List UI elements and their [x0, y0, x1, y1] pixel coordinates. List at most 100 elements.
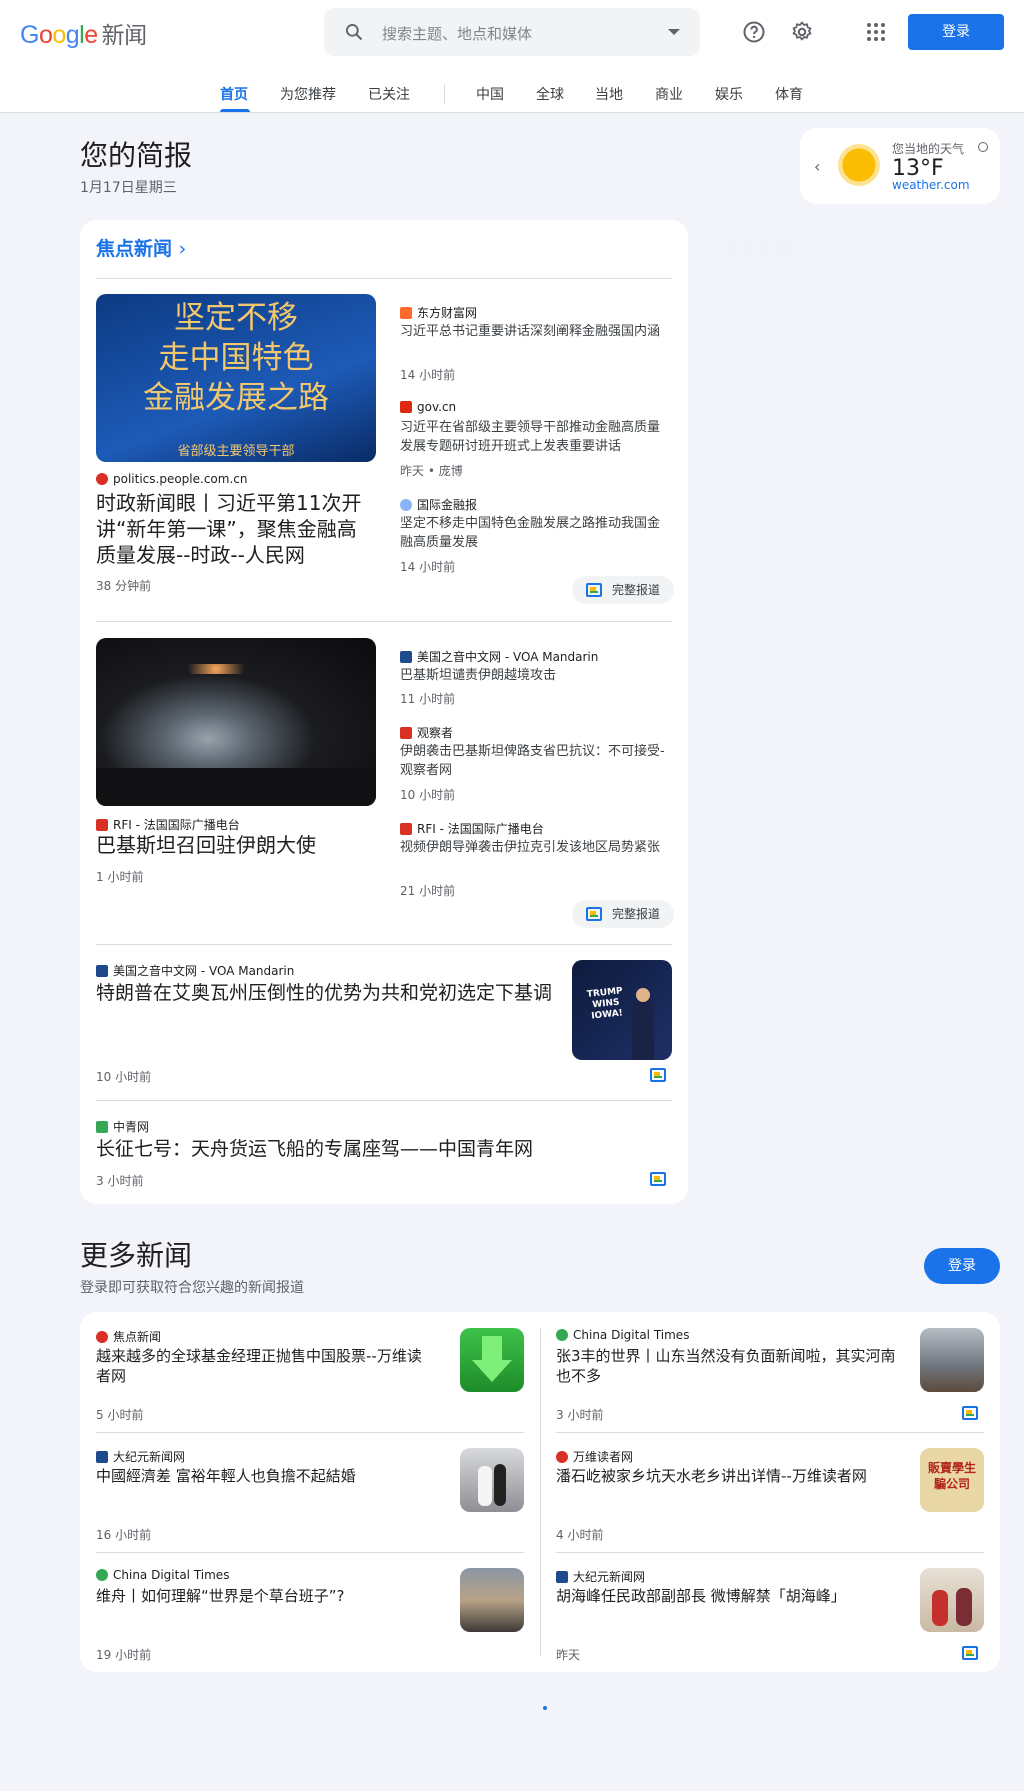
arrow-stem [482, 1336, 502, 1360]
full-coverage-icon[interactable] [650, 1172, 666, 1186]
tab-china[interactable]: 中国 [476, 84, 504, 104]
full-coverage-icon[interactable] [962, 1646, 978, 1660]
source-label: 大纪元新闻网 [556, 1568, 645, 1585]
thumbnail-wedding[interactable] [460, 1448, 524, 1512]
headline[interactable]: 潘石屹被家乡坑天水老乡讲出详情--万维读者网 [556, 1466, 896, 1486]
chevron-left-icon[interactable]: ‹ [814, 157, 820, 176]
headline[interactable]: 时政新闻眼丨习近平第11次开讲“新年第一课”，聚焦金融高质量发展--时政--人民… [96, 490, 376, 568]
tab-local[interactable]: 当地 [595, 84, 623, 104]
story-image-smoke[interactable] [96, 638, 376, 806]
help-icon[interactable] [742, 20, 766, 44]
tab-sports[interactable]: 体育 [775, 84, 803, 104]
tab-for-you[interactable]: 为您推荐 [280, 84, 336, 104]
source-favicon [556, 1451, 568, 1463]
thumbnail-green-arrow[interactable] [460, 1328, 524, 1392]
source-favicon [556, 1329, 568, 1341]
headline[interactable]: 胡海峰任民政部副部長 微博解禁「胡海峰」 [556, 1586, 896, 1606]
google-news-logo[interactable]: Google 新闻 [20, 16, 147, 50]
search-icon[interactable] [344, 22, 364, 42]
source-label: 大纪元新闻网 [96, 1448, 185, 1465]
weather-source-link[interactable]: weather.com [892, 178, 970, 192]
full-coverage-icon[interactable] [962, 1406, 978, 1420]
headline[interactable]: 巴基斯坦召回驻伊朗大使 [96, 832, 376, 858]
thumbnail-city[interactable] [460, 1568, 524, 1632]
gov-cn-icon [400, 401, 412, 413]
full-coverage-icon [586, 907, 602, 921]
thumbnail-storm[interactable] [920, 1328, 984, 1392]
source-favicon [96, 1331, 108, 1343]
divider [96, 944, 672, 945]
related-headline[interactable]: 习近平总书记重要讲话深刻阐释金融强国内涵 [400, 322, 672, 341]
timestamp: 14 小时前 [400, 560, 456, 574]
settings-gear-icon[interactable] [790, 20, 814, 44]
timestamp: 4 小时前 [556, 1528, 604, 1542]
headline[interactable]: 维舟丨如何理解“世界是个草台班子”? [96, 1586, 436, 1606]
image-figure [632, 998, 654, 1060]
source-label: 观察者 [400, 724, 453, 741]
search-box[interactable]: 搜索主题、地点和媒体 [324, 8, 700, 56]
top-stories-card: 焦点新闻 › 坚定不移 走中国特色 金融发展之路 省部级主要领导干部 polit… [80, 220, 688, 1204]
timestamp: 5 小时前 [96, 1408, 144, 1422]
timestamp: 14 小时前 [400, 368, 456, 382]
divider [96, 1552, 524, 1553]
related-headline[interactable]: 伊朗袭击巴基斯坦俾路支省巴抗议：不可接受-观察者网 [400, 742, 672, 780]
headline[interactable]: 特朗普在艾奥瓦州压倒性的优势为共和党初选定下基调 [96, 980, 566, 1006]
headline[interactable]: 张3丰的世界丨山东当然没有负面新闻啦，其实河南也不多 [556, 1346, 896, 1386]
source-label: China Digital Times [96, 1568, 229, 1582]
related-headline[interactable]: 习近平在省部级主要领导干部推动金融高质量发展专题研讨班开班式上发表重要讲话 [400, 418, 672, 456]
rfi-icon [96, 819, 108, 831]
chevron-right-icon: › [178, 238, 187, 260]
full-coverage-icon [586, 583, 602, 597]
related-headline[interactable]: 视频伊朗导弹袭击伊拉克引发该地区局势紧张 [400, 838, 672, 857]
search-input[interactable]: 搜索主题、地点和媒体 [382, 23, 532, 44]
story-image-trump[interactable]: TRUMP WINS IOWA! [572, 960, 672, 1060]
rfi-icon [400, 823, 412, 835]
story-image-finance[interactable]: 坚定不移 走中国特色 金融发展之路 省部级主要领导干部 [96, 294, 376, 462]
login-button[interactable]: 登录 [908, 14, 1004, 50]
eastmoney-icon [400, 307, 412, 319]
tab-home[interactable]: 首页 [220, 84, 248, 104]
sunny-weather-icon [838, 144, 880, 186]
local-news-heading-faded: 本地新闻 [720, 240, 792, 261]
source-label: RFI - 法国国际广播电台 [400, 820, 544, 837]
tab-following[interactable]: 已关注 [368, 84, 410, 104]
timestamp: 16 小时前 [96, 1528, 152, 1542]
full-coverage-button[interactable]: 完整报道 [572, 576, 675, 604]
apps-grid-icon[interactable] [864, 20, 888, 44]
image-figure [932, 1590, 948, 1626]
weather-card[interactable]: ‹ 您当地的天气 13°F weather.com [800, 128, 1000, 204]
tab-business[interactable]: 商业 [655, 84, 683, 104]
tab-world[interactable]: 全球 [536, 84, 564, 104]
thumbnail-people[interactable] [920, 1568, 984, 1632]
timestamp: 1 小时前 [96, 870, 144, 884]
image-figure [494, 1464, 506, 1506]
nav-divider [444, 84, 445, 104]
thumbnail-protest-sign[interactable]: 販賣學生 騙公司 [920, 1448, 984, 1512]
source-label: 万维读者网 [556, 1448, 633, 1465]
headline[interactable]: 越来越多的全球基金经理正抛售中国股票--万维读者网 [96, 1346, 436, 1386]
voa-icon [400, 651, 412, 663]
headline[interactable]: 中國經濟差 富裕年輕人也負擔不起結婚 [96, 1466, 436, 1486]
headline[interactable]: 长征七号：天舟货运飞船的专属座驾——中国青年网 [96, 1136, 656, 1162]
search-dropdown-icon[interactable] [668, 29, 680, 35]
full-coverage-button[interactable]: 完整报道 [572, 900, 675, 928]
top-stories-link[interactable]: 焦点新闻 › [96, 234, 186, 261]
source-label: 美国之音中文网 - VOA Mandarin [96, 962, 294, 979]
source-label: 国际金融报 [400, 496, 477, 513]
source-favicon [556, 1571, 568, 1583]
related-headline[interactable]: 巴基斯坦谴责伊朗越境攻击 [400, 666, 672, 685]
divider [556, 1552, 984, 1553]
timestamp: 11 小时前 [400, 692, 456, 706]
divider [96, 621, 672, 622]
login-button-secondary[interactable]: 登录 [924, 1248, 1000, 1284]
ifn-icon [400, 499, 412, 511]
source-label: RFI - 法国国际广播电台 [96, 816, 240, 833]
related-headline[interactable]: 坚定不移走中国特色金融发展之路推动我国金融高质量发展 [400, 514, 672, 552]
timestamp: 昨天 [556, 1648, 581, 1662]
timestamp: 10 小时前 [400, 788, 456, 802]
timestamp: 10 小时前 [96, 1070, 152, 1084]
briefing-title: 您的简报 [80, 139, 193, 172]
tab-entertainment[interactable]: 娱乐 [715, 84, 743, 104]
full-coverage-icon[interactable] [650, 1068, 666, 1082]
location-icon[interactable] [978, 142, 988, 152]
